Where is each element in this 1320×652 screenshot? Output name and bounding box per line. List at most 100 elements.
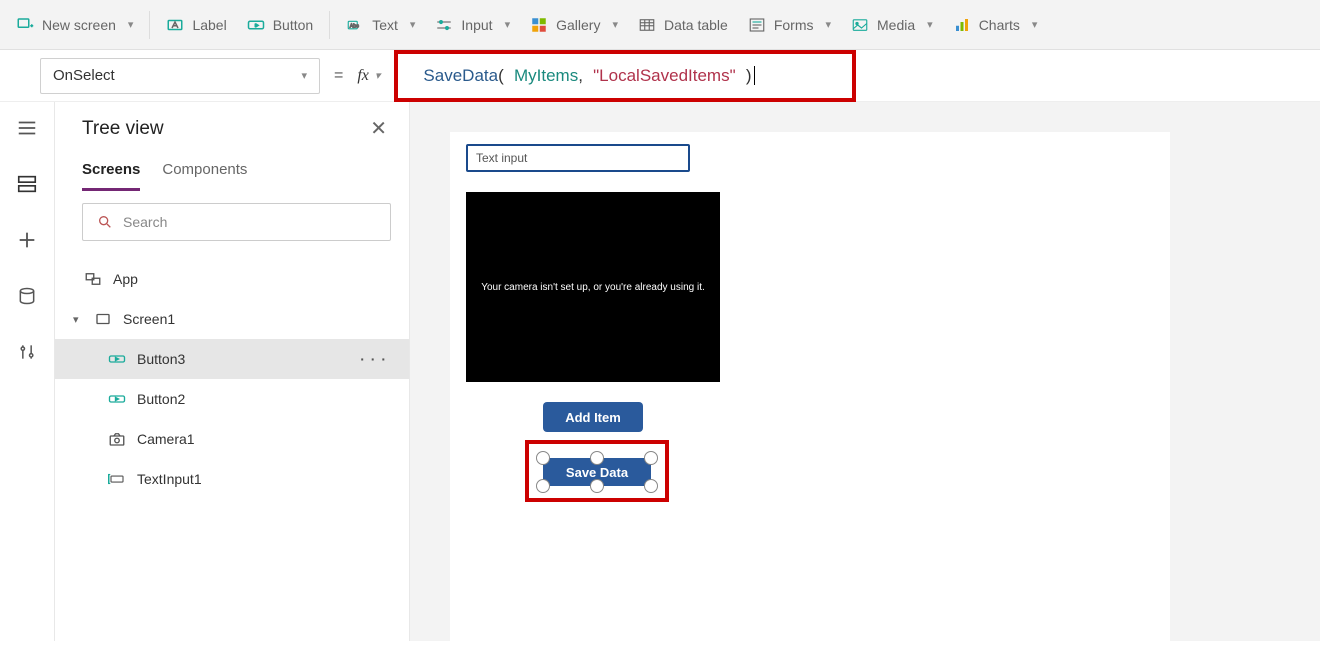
chevron-down-icon: ▾: [301, 69, 307, 82]
gallery-label: Gallery: [556, 17, 600, 33]
canvas-add-item-button[interactable]: Add Item: [543, 402, 643, 432]
chevron-down-icon[interactable]: ▾: [73, 313, 85, 326]
data-icon[interactable]: [13, 282, 41, 310]
data-table-label: Data table: [664, 17, 728, 33]
forms-icon: [748, 16, 766, 34]
forms-label: Forms: [774, 17, 814, 33]
equals-label: =: [334, 67, 343, 85]
canvas-camera[interactable]: Your camera isn't set up, or you're alre…: [466, 192, 720, 382]
camera-icon: [107, 429, 127, 449]
tab-components[interactable]: Components: [162, 155, 247, 191]
fx-button[interactable]: fx▾: [357, 67, 380, 85]
charts-label: Charts: [979, 17, 1020, 33]
more-icon[interactable]: · · ·: [360, 351, 387, 367]
save-button-label: Save Data: [566, 465, 628, 480]
button-label: Button: [273, 17, 313, 33]
tree-item-label: Screen1: [123, 311, 175, 327]
charts-button[interactable]: Charts ▾: [943, 10, 1048, 40]
tree-title: Tree view: [82, 118, 164, 140]
selection-handle[interactable]: [590, 479, 604, 493]
forms-button[interactable]: Forms ▾: [738, 10, 841, 40]
chevron-down-icon: ▾: [410, 18, 416, 31]
property-selector[interactable]: OnSelect ▾: [40, 58, 320, 94]
formula-input[interactable]: SaveData( MyItems, "LocalSavedItems" ): [408, 58, 842, 94]
new-screen-icon: [16, 16, 34, 34]
media-label: Media: [877, 17, 915, 33]
text-icon: Abc: [346, 16, 364, 34]
tree-item-label: Button3: [137, 351, 185, 367]
camera-message: Your camera isn't set up, or you're alre…: [481, 282, 705, 293]
screen-icon: [93, 309, 113, 329]
svg-text:Abc: Abc: [350, 23, 359, 29]
search-icon: [97, 214, 113, 230]
formula-arg1: MyItems: [514, 66, 578, 86]
charts-icon: [953, 16, 971, 34]
data-table-button[interactable]: Data table: [628, 10, 738, 40]
tree-item-label: TextInput1: [137, 471, 202, 487]
add-button-label: Add Item: [565, 410, 621, 425]
canvas-area: Text input Your camera isn't set up, or …: [410, 102, 1320, 641]
chevron-down-icon: ▾: [825, 18, 831, 31]
selection-handle[interactable]: [644, 479, 658, 493]
tab-screens[interactable]: Screens: [82, 155, 140, 191]
gallery-button[interactable]: Gallery ▾: [520, 10, 628, 40]
hamburger-icon[interactable]: [13, 114, 41, 142]
tree-item-app[interactable]: App: [55, 259, 409, 299]
tree-item-screen1[interactable]: ▾ Screen1: [55, 299, 409, 339]
tree-view-icon[interactable]: [13, 170, 41, 198]
property-name: OnSelect: [53, 67, 115, 84]
selection-handle[interactable]: [536, 451, 550, 465]
formula-bar: OnSelect ▾ = fx▾ SaveData( MyItems, "Loc…: [0, 50, 1320, 102]
formula-arg2: "LocalSavedItems": [593, 66, 735, 86]
formula-fn: SaveData: [423, 66, 498, 86]
tree-item-label: Button2: [137, 391, 185, 407]
tree-item-button3[interactable]: Button3 · · ·: [55, 339, 409, 379]
search-input[interactable]: Search: [82, 203, 391, 241]
button-icon: [107, 389, 127, 409]
app-canvas[interactable]: Text input Your camera isn't set up, or …: [450, 132, 1170, 652]
media-icon: [851, 16, 869, 34]
selection-handle[interactable]: [590, 451, 604, 465]
tree-item-button2[interactable]: Button2: [55, 379, 409, 419]
gallery-icon: [530, 16, 548, 34]
selection-handle[interactable]: [644, 451, 658, 465]
separator: [149, 11, 150, 39]
text-cursor: [754, 66, 755, 85]
input-icon: [435, 16, 453, 34]
button-icon: [247, 16, 265, 34]
selection-handle[interactable]: [536, 479, 550, 493]
insert-icon[interactable]: [13, 226, 41, 254]
label-label: Label: [192, 17, 226, 33]
formula-highlight: SaveData( MyItems, "LocalSavedItems" ): [394, 50, 856, 102]
tree-item-label: App: [113, 271, 138, 287]
button-button[interactable]: Button: [237, 10, 323, 40]
input-button[interactable]: Input ▾: [425, 10, 520, 40]
close-icon[interactable]: ✕: [370, 116, 387, 141]
app-icon: [83, 269, 103, 289]
tree-item-camera1[interactable]: Camera1: [55, 419, 409, 459]
separator: [329, 11, 330, 39]
text-input-icon: [107, 469, 127, 489]
data-table-icon: [638, 16, 656, 34]
label-icon: [166, 16, 184, 34]
tree-panel: Tree view ✕ Screens Components Search Ap…: [55, 102, 410, 641]
new-screen-button[interactable]: New screen ▾: [6, 10, 143, 40]
insert-ribbon: New screen ▾ Label Button Abc Text ▾ Inp…: [0, 0, 1320, 50]
canvas-text-input[interactable]: Text input: [466, 144, 690, 172]
chevron-down-icon: ▾: [128, 18, 134, 31]
tree-item-textinput1[interactable]: TextInput1: [55, 459, 409, 499]
tree-item-label: Camera1: [137, 431, 195, 447]
text-button[interactable]: Abc Text ▾: [336, 10, 425, 40]
text-input-placeholder: Text input: [476, 151, 527, 165]
chevron-down-icon: ▾: [1032, 18, 1038, 31]
left-rail: [0, 102, 55, 641]
button-icon: [107, 349, 127, 369]
media-button[interactable]: Media ▾: [841, 10, 943, 40]
input-label: Input: [461, 17, 492, 33]
chevron-down-icon: ▾: [612, 18, 618, 31]
chevron-down-icon: ▾: [927, 18, 933, 31]
search-placeholder: Search: [123, 214, 167, 230]
tools-icon[interactable]: [13, 338, 41, 366]
label-button[interactable]: Label: [156, 10, 236, 40]
text-label: Text: [372, 17, 398, 33]
